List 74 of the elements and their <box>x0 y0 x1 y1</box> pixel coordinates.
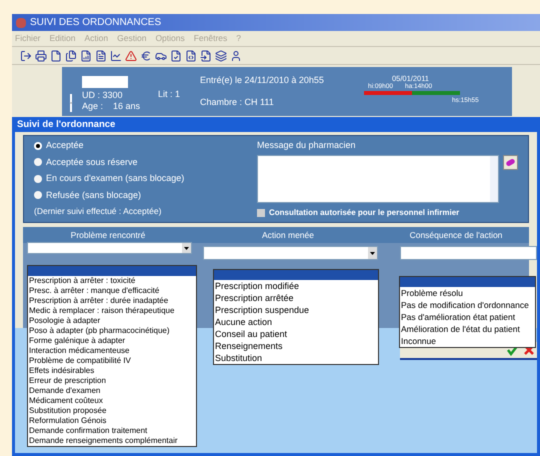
list-option[interactable]: Prescription arrêtée <box>214 292 378 304</box>
status-label: Acceptée sous réserve <box>46 156 138 169</box>
list-option[interactable]: Poso à adapter (pb pharmacocinétique) <box>28 326 196 336</box>
status-label: Refusée (sans blocage) <box>46 188 142 202</box>
bed-label: Lit : 1 <box>158 88 180 101</box>
nurse-access-checkbox[interactable]: Consultation autorisée pour le personnel infirmier <box>257 206 518 218</box>
warning-icon[interactable] <box>125 50 137 62</box>
document-icon[interactable] <box>95 50 107 62</box>
list-option[interactable]: Prescription à arrêter : durée inadaptée <box>28 296 196 306</box>
list-option[interactable]: Effets indésirables <box>28 366 196 376</box>
list-option[interactable]: Conseil au patient <box>214 328 378 340</box>
list-option[interactable]: Substitution <box>214 352 378 364</box>
window-title: SUIVI DES ORDONNANCES <box>30 16 162 30</box>
list-option[interactable]: Presc. à arrêter : manque d'efficacité <box>28 286 196 296</box>
list-option[interactable]: Renseignements <box>214 340 378 352</box>
list-option[interactable]: Problème de compatibilité IV <box>28 356 196 366</box>
list-option[interactable]: Posologie à adapter <box>28 316 196 326</box>
line-chart-icon[interactable] <box>110 50 122 62</box>
last-follow-up-note: (Dernier suivi effectué : Acceptée) <box>34 205 162 218</box>
file-input-icon[interactable] <box>200 50 212 62</box>
dialog-title: Suivi de l'ordonnance <box>16 118 116 132</box>
eraser-icon <box>505 158 516 166</box>
list-option[interactable]: Substitution proposée <box>28 406 196 416</box>
column-header: Conséquence de l'action <box>408 228 504 242</box>
app-icon <box>16 18 26 28</box>
eraser-button[interactable] <box>503 154 518 170</box>
layers-icon[interactable] <box>215 50 227 62</box>
redacted-name <box>82 76 128 88</box>
list-option[interactable]: Demande confirmation traitement <box>28 426 196 436</box>
column-header: Action menée <box>261 228 315 242</box>
caret-icon <box>182 243 191 253</box>
caret-icon <box>368 247 377 259</box>
status-radio[interactable] <box>34 158 42 166</box>
status-radio[interactable] <box>34 174 42 183</box>
list-option[interactable]: Amélioration de l'état du patient <box>400 323 535 335</box>
list-option[interactable]: Inconnue <box>400 335 535 347</box>
message-field[interactable] <box>257 154 499 202</box>
euro-icon[interactable] <box>140 50 152 62</box>
chart-file-icon[interactable] <box>80 50 92 62</box>
list-option[interactable]: Prescription à arrêter : toxicité <box>28 276 196 286</box>
status-label: Acceptée <box>46 139 84 152</box>
message-label: Message du pharmacien <box>257 139 357 152</box>
list-option[interactable]: Prescription suspendue <box>214 304 378 316</box>
file-icon[interactable] <box>50 50 62 62</box>
exit-icon[interactable] <box>20 50 32 62</box>
combo-field[interactable] <box>203 246 378 260</box>
list-option[interactable]: Médicament coûteux <box>28 396 196 406</box>
list-option[interactable]: Problème résolu <box>400 287 535 299</box>
status-radio[interactable] <box>34 142 42 150</box>
file-code-icon[interactable] <box>185 50 197 62</box>
person-icon[interactable] <box>230 50 242 62</box>
room-label: Chambre : CH 111 <box>200 96 275 109</box>
unit-label: UD : 3300 <box>82 90 124 101</box>
combo-field[interactable] <box>27 242 192 254</box>
list-option[interactable]: Interaction médicamenteuse <box>28 346 196 356</box>
list-option[interactable]: Prescription modifiée <box>214 280 378 292</box>
list-option[interactable]: Aucune action <box>214 316 378 328</box>
combo-field[interactable] <box>400 246 537 260</box>
printer-icon[interactable] <box>35 50 47 62</box>
files-icon[interactable] <box>65 50 77 62</box>
column-header: Problème rencontré <box>70 228 146 242</box>
list-option[interactable]: Demande d'examen <box>28 386 196 396</box>
admission-date: Entré(e) le 24/11/2010 à 20h55 <box>200 74 325 87</box>
list-option[interactable]: Forme galénique à adapter <box>28 336 196 346</box>
status-radio[interactable] <box>34 191 42 200</box>
list-option[interactable]: Demande renseignements complémentair <box>28 436 196 446</box>
list-option[interactable]: Medic à remplacer : raison thérapeutique <box>28 306 196 316</box>
list-option[interactable]: Pas d'amélioration état patient <box>400 311 535 323</box>
status-label: En cours d'examen (sans blocage) <box>46 172 184 185</box>
age-label: Age : 16 ans <box>82 101 140 112</box>
list-option[interactable]: Pas de modification d'ordonnance <box>400 299 535 311</box>
list-option[interactable]: Erreur de prescription <box>28 376 196 386</box>
file-check-icon[interactable] <box>170 50 182 62</box>
list-option[interactable]: Reformulation Génois <box>28 416 196 426</box>
